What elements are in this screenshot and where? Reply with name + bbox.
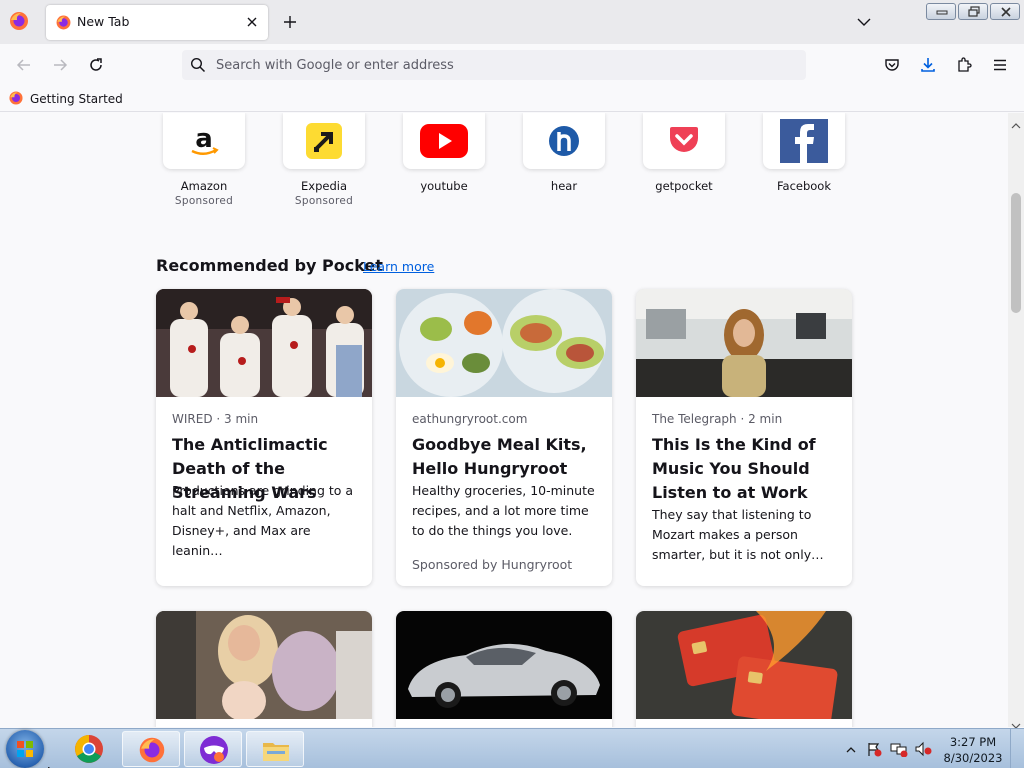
folder-icon [263, 743, 289, 761]
firefox-icon [55, 14, 72, 31]
top-site-label: Facebook [776, 179, 832, 193]
windows-taskbar: 3:27 PM 8/30/2023 [0, 728, 1024, 768]
menu-hamburger-icon[interactable] [990, 55, 1010, 75]
story-thumbnail [636, 289, 852, 397]
story-card[interactable] [156, 611, 372, 727]
story-excerpt: They say that listening to Mozart makes … [652, 507, 824, 562]
story-title: Goodbye Meal Kits, Hello Hungryroot [412, 435, 587, 478]
story-card[interactable]: eathungryroot.com Goodbye Meal Kits, Hel… [396, 289, 612, 586]
top-site-tile [763, 113, 845, 169]
new-tab-page: a Amazon Sponsored Expedia Sponsored you… [0, 113, 1008, 727]
chevron-down-icon[interactable] [855, 13, 873, 31]
top-site-expedia[interactable]: Expedia Sponsored [283, 113, 365, 207]
sponsored-label: Sponsored [294, 195, 354, 207]
chrome-icon [75, 735, 103, 763]
story-card[interactable]: WIRED · 3 min The Anticlimactic Death of… [156, 289, 372, 586]
taskbar-private-browsing[interactable] [184, 731, 242, 767]
new-tab-plus-icon[interactable] [280, 12, 300, 32]
top-site-getpocket[interactable]: getpocket [643, 113, 725, 193]
story-card[interactable] [396, 611, 612, 727]
extensions-icon[interactable] [954, 55, 974, 75]
volume-muted-icon[interactable] [914, 741, 932, 761]
firefox-icon [8, 90, 24, 109]
top-site-label: Amazon [180, 179, 228, 193]
restore-button[interactable] [958, 3, 988, 20]
top-site-tile [283, 113, 365, 169]
top-site-tile [643, 113, 725, 169]
top-site-tile [523, 113, 605, 169]
story-source: eathungryroot.com [412, 412, 528, 426]
taskbar-firefox[interactable] [122, 731, 180, 767]
bookmarks-toolbar: Getting Started [0, 86, 1024, 112]
tab-title: New Tab [77, 14, 130, 29]
mouse-pointer-icon [47, 760, 56, 768]
top-site-tile: a [163, 113, 245, 169]
story-thumbnail [156, 611, 372, 719]
sponsored-by-label: Sponsored by Hungryroot [412, 557, 573, 572]
top-site-label: Expedia [301, 179, 347, 193]
back-arrow-icon[interactable] [14, 55, 34, 75]
top-site-facebook[interactable]: Facebook [763, 113, 845, 193]
story-card[interactable] [636, 611, 852, 727]
minimize-button[interactable] [926, 3, 956, 20]
pocket-icon[interactable] [882, 55, 902, 75]
search-icon [190, 57, 206, 77]
scroll-up-arrow-icon[interactable] [1011, 115, 1021, 134]
story-thumbnail [396, 611, 612, 719]
sponsored-label: Sponsored [174, 195, 234, 207]
story-excerpt: Productions are grinding to a halt and N… [172, 483, 354, 558]
bookmark-getting-started[interactable]: Getting Started [8, 90, 123, 108]
bookmark-label: Getting Started [30, 92, 123, 106]
close-window-button[interactable] [990, 3, 1020, 20]
show-desktop-button[interactable] [1010, 729, 1024, 768]
scroll-thumb[interactable] [1011, 193, 1021, 313]
start-button[interactable] [6, 730, 44, 768]
top-site-amazon[interactable]: a Amazon Sponsored [163, 113, 245, 207]
learn-more-link[interactable]: Learn more [363, 259, 434, 274]
private-browsing-mask-icon [200, 736, 228, 764]
story-card[interactable]: The Telegraph · 2 min This Is the Kind o… [636, 289, 852, 586]
firefox-icon [139, 737, 165, 763]
windows-logo-icon [17, 741, 33, 757]
top-site-hear[interactable]: hear [523, 113, 605, 193]
navigation-toolbar [0, 44, 1024, 86]
action-center-flag-icon[interactable] [866, 741, 882, 761]
taskbar-chrome[interactable] [60, 731, 118, 767]
top-site-label: getpocket [655, 179, 713, 193]
clock-date: 8/30/2023 [943, 751, 1003, 765]
tab-strip: New Tab [0, 0, 1024, 44]
top-site-tile [403, 113, 485, 169]
story-thumbnail [156, 289, 372, 397]
story-title: This Is the Kind of Music You Should Lis… [652, 435, 816, 502]
tab-new-tab[interactable]: New Tab [46, 5, 268, 40]
network-icon[interactable] [890, 741, 908, 761]
firefox-view-icon[interactable] [8, 10, 30, 32]
story-thumbnail [396, 289, 612, 397]
top-site-label: hear [550, 179, 578, 193]
address-bar[interactable] [182, 50, 806, 80]
taskbar-clock[interactable]: 3:27 PM 8/30/2023 [940, 734, 1006, 766]
top-site-label: youtube [420, 179, 468, 193]
svg-text:a: a [195, 124, 213, 154]
reload-icon[interactable] [86, 55, 106, 75]
address-input[interactable] [216, 55, 776, 75]
clock-time: 3:27 PM [949, 735, 997, 749]
close-tab-icon[interactable] [244, 14, 260, 30]
story-source: The Telegraph · 2 min [652, 412, 783, 426]
taskbar-file-explorer[interactable] [246, 731, 304, 767]
pocket-heading: Recommended by Pocket [156, 256, 383, 275]
story-excerpt: Healthy groceries, 10-minute recipes, an… [412, 483, 595, 538]
show-hidden-icons-arrow-icon[interactable] [846, 741, 856, 760]
forward-arrow-icon[interactable] [50, 55, 70, 75]
top-site-youtube[interactable]: youtube [403, 113, 485, 193]
story-thumbnail [636, 611, 852, 719]
page-scrollbar[interactable] [1008, 113, 1024, 729]
story-source: WIRED · 3 min [172, 412, 259, 426]
downloads-icon[interactable] [918, 55, 938, 75]
